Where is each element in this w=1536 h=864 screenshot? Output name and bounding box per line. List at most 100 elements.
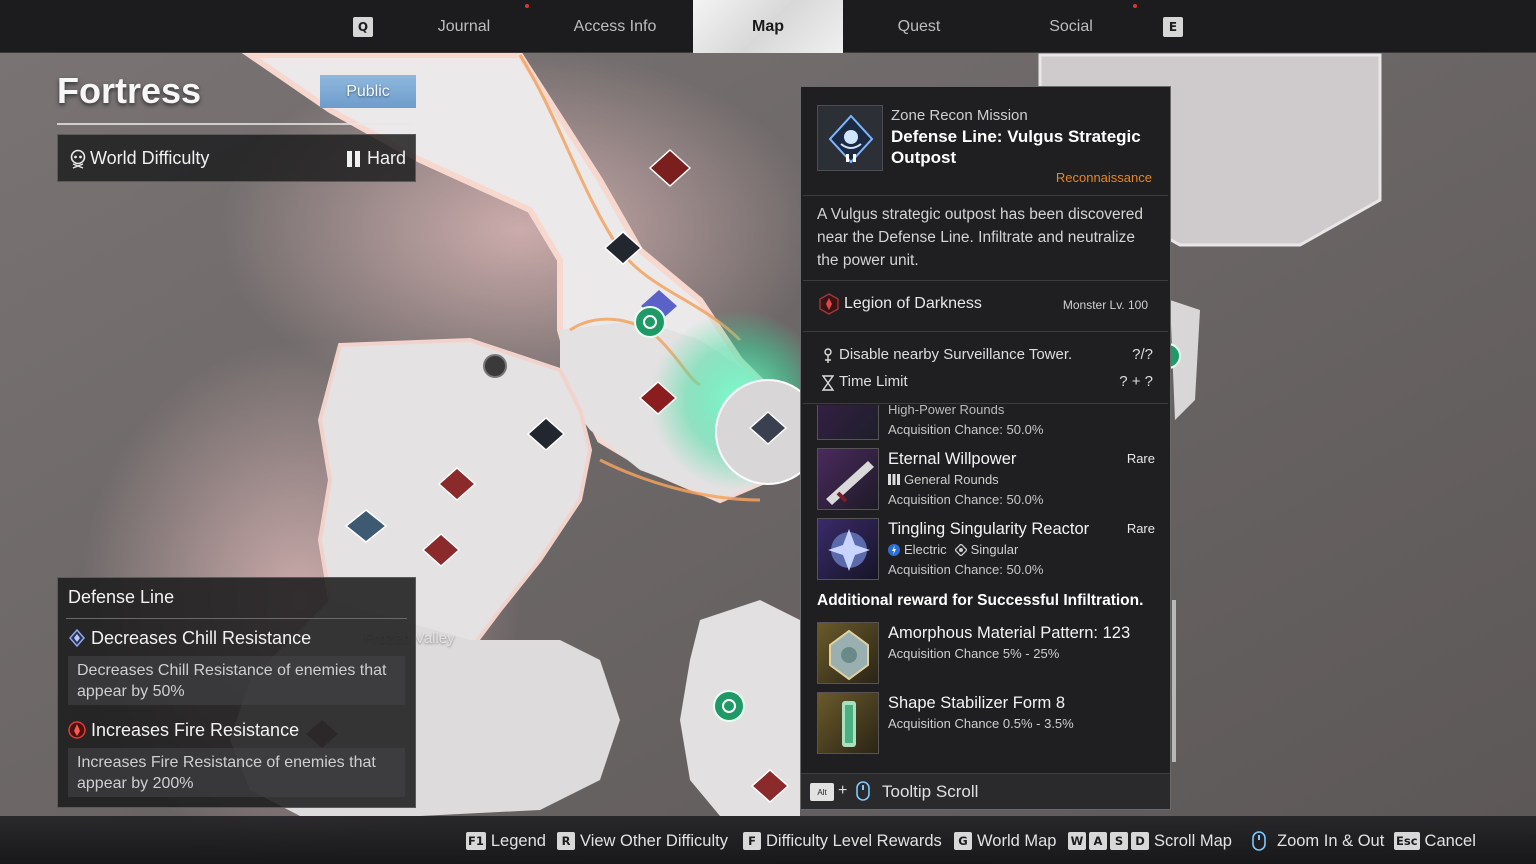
top-navigation: Q Journal Access Info Map Quest Social E bbox=[0, 0, 1536, 53]
hint-label: Zoom In & Out bbox=[1277, 831, 1385, 850]
reward-chance: Acquisition Chance: 50.0% bbox=[888, 492, 1044, 507]
key-plus: + bbox=[838, 782, 848, 799]
mission-tooltip[interactable]: Zone Recon Mission Defense Line: Vulgus … bbox=[800, 86, 1171, 810]
fire-icon bbox=[68, 721, 86, 739]
reward-element: Electric bbox=[904, 542, 947, 557]
faction-name: Legion of Darkness bbox=[844, 295, 982, 312]
tooltip-scroll-label: Tooltip Scroll bbox=[882, 782, 979, 801]
mouse-wheel-icon bbox=[1252, 831, 1266, 851]
key-g: G bbox=[954, 832, 972, 850]
hint-world-map[interactable]: G World Map bbox=[954, 831, 1056, 851]
mission-category: Reconnaissance bbox=[1055, 170, 1152, 185]
reward-name: High-Power Rounds bbox=[888, 402, 1005, 417]
tooltip-scrollbar[interactable] bbox=[1172, 600, 1176, 762]
additional-reward-heading: Additional reward for Successful Infiltr… bbox=[817, 592, 1144, 609]
skull-icon bbox=[70, 149, 86, 169]
reward-item[interactable]: Tingling Singularity Reactor Rare Electr… bbox=[817, 518, 1157, 580]
tooltip-divider bbox=[803, 195, 1168, 196]
prev-tab-key[interactable]: Q bbox=[353, 17, 373, 37]
tower-icon bbox=[824, 348, 832, 363]
hint-label: Difficulty Level Rewards bbox=[766, 831, 942, 850]
mission-type: Zone Recon Mission bbox=[891, 107, 1028, 124]
difficulty-tier-icon bbox=[347, 151, 361, 167]
tooltip-divider bbox=[803, 403, 1168, 404]
hint-zoom[interactable]: Zoom In & Out bbox=[1249, 831, 1384, 851]
reward-chance: Acquisition Chance 5% - 25% bbox=[888, 646, 1060, 661]
additional-reward-item[interactable]: Amorphous Material Pattern: 123 Acquisit… bbox=[817, 622, 1157, 684]
visibility-badge[interactable]: Public bbox=[320, 75, 416, 108]
hint-label: Legend bbox=[490, 831, 546, 850]
reward-chance: Acquisition Chance: 50.0% bbox=[888, 562, 1044, 577]
key-f1: F1 bbox=[466, 832, 486, 850]
tab-social[interactable]: Social bbox=[996, 0, 1146, 53]
alt-key: Alt bbox=[810, 783, 834, 801]
hint-view-other-difficulty[interactable]: R View Other Difficulty bbox=[557, 831, 728, 851]
reward-subtype: Electric Singular bbox=[888, 542, 1018, 557]
hint-label: Cancel bbox=[1424, 831, 1476, 850]
waypoint-marker[interactable] bbox=[634, 306, 666, 338]
key-w: W bbox=[1068, 832, 1086, 850]
key-a: A bbox=[1089, 832, 1107, 850]
hint-legend[interactable]: F1 Legend bbox=[466, 831, 546, 851]
objective-text: Time Limit bbox=[839, 373, 908, 390]
reward-subtype-label: General Rounds bbox=[904, 472, 999, 487]
chill-icon bbox=[69, 629, 85, 647]
mission-description: A Vulgus strategic outpost has been disc… bbox=[817, 206, 1143, 269]
bottom-hint-bar: F1 Legend R View Other Difficulty F Diff… bbox=[0, 816, 1536, 864]
mouse-wheel-icon bbox=[856, 781, 870, 801]
reward-name: Eternal Willpower bbox=[888, 450, 1017, 468]
mission-name: Defense Line: Vulgus Strategic Outpost bbox=[891, 127, 1141, 167]
key-esc: Esc bbox=[1394, 832, 1420, 850]
legion-of-darkness-icon bbox=[819, 293, 839, 315]
reward-thumbnail bbox=[817, 692, 879, 754]
zone-title-divider bbox=[57, 123, 415, 125]
modifier-description: Increases Fire Resistance of enemies tha… bbox=[68, 748, 405, 797]
waypoint-marker[interactable] bbox=[713, 690, 745, 722]
tab-map[interactable]: Map bbox=[693, 0, 843, 53]
social-alert-dot bbox=[1133, 4, 1137, 8]
objective-row: Time Limit ? + ? bbox=[821, 373, 1153, 393]
tooltip-divider bbox=[803, 331, 1168, 332]
modifier-title: Decreases Chill Resistance bbox=[91, 628, 312, 648]
modifier-title: Increases Fire Resistance bbox=[91, 720, 300, 740]
key-d: D bbox=[1131, 832, 1149, 850]
tooltip-divider bbox=[803, 280, 1168, 281]
electric-icon bbox=[888, 543, 900, 556]
journal-alert-dot bbox=[525, 4, 529, 8]
objective-value: ?/? bbox=[1132, 346, 1153, 363]
tab-access-info[interactable]: Access Info bbox=[540, 0, 690, 53]
mission-marker[interactable] bbox=[483, 354, 507, 378]
reward-subtype: General Rounds bbox=[888, 472, 999, 487]
reward-name: Shape Stabilizer Form 8 bbox=[888, 694, 1065, 712]
hint-label: View Other Difficulty bbox=[580, 831, 728, 850]
reward-socket: Singular bbox=[970, 542, 1019, 557]
reward-chance: Acquisition Chance 0.5% - 3.5% bbox=[888, 716, 1074, 731]
additional-reward-item[interactable]: Shape Stabilizer Form 8 Acquisition Chan… bbox=[817, 692, 1157, 754]
key-f: F bbox=[743, 832, 761, 850]
reward-thumbnail bbox=[817, 622, 879, 684]
key-r: R bbox=[557, 832, 575, 850]
defense-line-divider bbox=[66, 618, 407, 619]
mission-icon bbox=[817, 105, 883, 171]
next-tab-key[interactable]: E bbox=[1163, 17, 1183, 37]
world-difficulty-panel[interactable]: World Difficulty Hard bbox=[57, 134, 416, 182]
objective-text: Disable nearby Surveillance Tower. bbox=[839, 346, 1073, 363]
reward-chance: Acquisition Chance: 50.0% bbox=[888, 422, 1044, 437]
difficulty-label: World Difficulty bbox=[90, 148, 210, 168]
difficulty-value: Hard bbox=[366, 148, 406, 168]
zone-title: Fortress bbox=[57, 70, 202, 111]
hourglass-icon bbox=[821, 375, 835, 391]
hint-cancel[interactable]: Esc Cancel bbox=[1394, 831, 1476, 851]
hint-scroll-map[interactable]: W A S D Scroll Map bbox=[1068, 831, 1232, 851]
hint-difficulty-level-rewards[interactable]: F Difficulty Level Rewards bbox=[743, 831, 942, 851]
reward-rarity: Rare bbox=[1126, 521, 1155, 536]
monster-level: Monster Lv. 100 bbox=[1062, 298, 1148, 312]
reward-thumbnail bbox=[817, 448, 879, 510]
defense-line-title: Defense Line bbox=[68, 587, 175, 607]
tab-journal[interactable]: Journal bbox=[389, 0, 539, 53]
reward-thumbnail bbox=[817, 518, 879, 580]
key-s: S bbox=[1110, 832, 1128, 850]
singular-icon bbox=[954, 543, 967, 556]
reward-item[interactable]: Eternal Willpower Rare General Rounds Ac… bbox=[817, 448, 1157, 510]
tab-quest[interactable]: Quest bbox=[844, 0, 994, 53]
